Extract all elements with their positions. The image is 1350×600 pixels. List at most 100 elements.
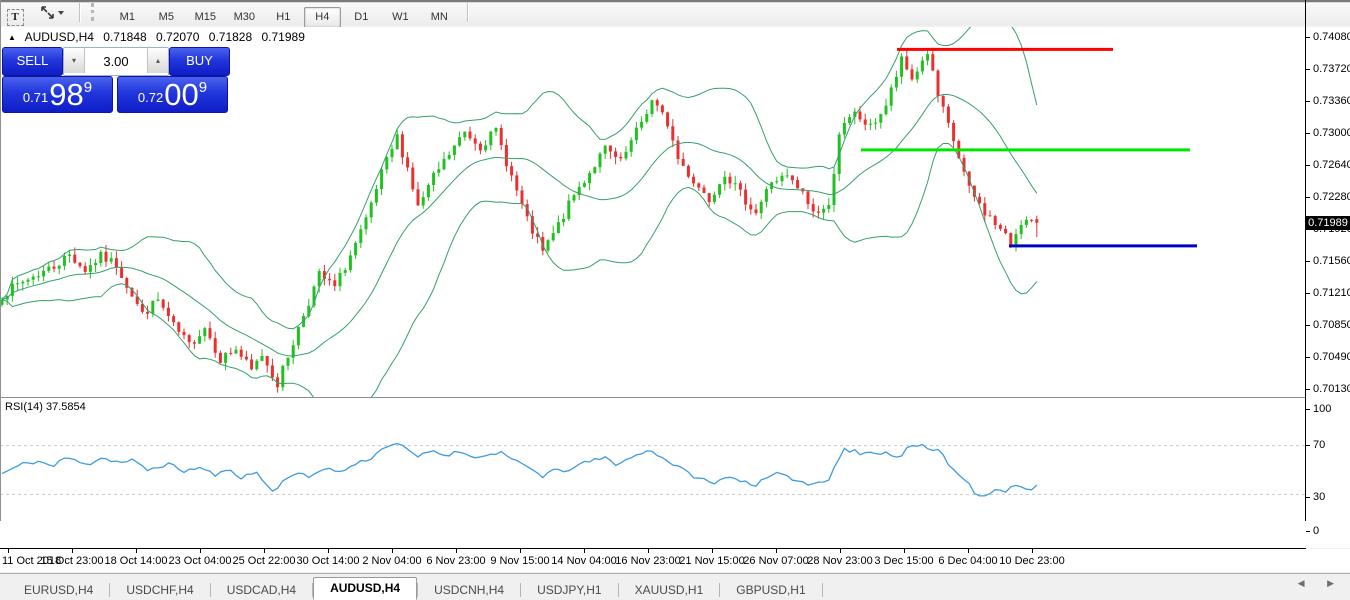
chevron-down-icon [58,11,64,15]
chart-tab-usdcad[interactable]: USDCAD,H4 [211,580,312,600]
price-axis-label: 0.73000 [1313,127,1350,139]
tab-scroll-left-button[interactable]: ◀ [1298,578,1315,589]
rsi-chart[interactable] [0,398,1306,548]
time-axis-tick [456,549,457,553]
time-axis-tick [392,549,393,553]
chart-tab-eurusd[interactable]: EURUSD,H4 [8,580,109,600]
rsi-axis-label: 0 [1313,525,1319,537]
cursor-tool-button[interactable] [34,1,70,24]
chart-tab-audusd[interactable]: AUDUSD,H4 [313,577,417,600]
text-tool-icon: T [7,9,24,26]
collapse-triangle-icon[interactable]: ▲ [8,33,16,42]
chart-tab-gbpusd[interactable]: GBPUSD,H1 [720,580,821,600]
timeframe-button-m15[interactable]: M15 [187,7,224,28]
sell-price-digits: 98 [49,80,83,110]
time-axis-tick [136,549,137,553]
timeframe-button-d1[interactable]: D1 [343,7,380,28]
time-axis-tick [968,549,969,553]
rsi-axis-tick [1306,409,1310,410]
one-click-trade-widget: SELL ▾ ▴ BUY 0.71 98 9 0.72 00 9 [2,47,228,113]
ohlc-high: 0.72070 [156,30,199,44]
timeframe-button-m5[interactable]: M5 [148,7,185,28]
chart-tab-bar: EURUSD,H4USDCHF,H4USDCAD,H4AUDUSD,H4USDC… [0,573,1350,600]
volume-decrease-button[interactable]: ▾ [64,48,85,73]
toolbar-grip[interactable] [91,3,97,21]
buy-button[interactable]: BUY [169,47,230,76]
current-price-badge: 0.71989 [1306,216,1350,230]
time-axis-label: 16 Nov 23:00 [615,555,680,567]
time-axis-label: 9 Nov 15:00 [490,555,549,567]
rsi-axis-tick [1306,497,1310,498]
price-axis-label: 0.71560 [1313,255,1350,267]
buy-price-prefix: 0.72 [138,90,163,105]
volume-stepper: ▾ ▴ [63,47,169,76]
sell-price-panel[interactable]: 0.71 98 9 [2,76,113,113]
buy-price-pip: 9 [199,79,207,96]
time-axis-label: 26 Nov 07:00 [743,555,808,567]
time-axis-tick [8,549,9,553]
time-axis-tick [584,549,585,553]
chart-tab-usdchf[interactable]: USDCHF,H4 [110,580,209,600]
time-axis-label: 14 Nov 04:00 [551,555,616,567]
chart-tab-usdcnh[interactable]: USDCNH,H4 [418,580,520,600]
price-axis[interactable]: 0.740800.737200.733600.730000.726400.722… [1306,27,1350,548]
price-axis-tick [1306,165,1310,166]
time-axis-label: 15 Oct 23:00 [41,555,104,567]
buy-price-digits: 00 [164,80,198,110]
timeframe-button-m30[interactable]: M30 [226,7,263,28]
time-axis-tick [328,549,329,553]
time-axis-tick [1032,549,1033,553]
timeframe-button-m1[interactable]: M1 [109,7,146,28]
time-axis-tick [200,549,201,553]
buy-price-panel[interactable]: 0.72 00 9 [117,76,228,113]
price-axis-tick [1306,37,1310,38]
time-axis-label: 28 Nov 23:00 [807,555,872,567]
rsi-axis-tick [1306,445,1310,446]
time-axis-tick [648,549,649,553]
chart-tab-usdjpy[interactable]: USDJPY,H1 [521,580,617,600]
time-axis-label: 30 Oct 14:00 [297,555,360,567]
tab-scroll-arrows: ◀ ▶ [1298,578,1344,589]
time-axis-label: 25 Oct 22:00 [233,555,296,567]
price-axis-label: 0.73360 [1313,95,1350,107]
price-axis-tick [1306,101,1310,102]
ohlc-low: 0.71828 [209,30,252,44]
time-axis-label: 6 Nov 23:00 [426,555,485,567]
time-axis-label: 6 Dec 04:00 [938,555,997,567]
tab-scroll-right-button[interactable]: ▶ [1327,578,1344,589]
price-axis-tick [1306,197,1310,198]
chart-tab-xauusd[interactable]: XAUUSD,H1 [619,580,720,600]
volume-input[interactable] [85,48,147,75]
timeframe-group: M1M5M15M30H1H4D1W1MN [108,7,459,24]
chart-left-border [0,0,1,521]
time-axis-label: 23 Oct 04:00 [169,555,232,567]
time-axis-label: 18 Oct 14:00 [105,555,168,567]
ohlc-close: 0.71989 [262,30,305,44]
time-axis-tick [264,549,265,553]
top-toolbar: T M1M5M15M30H1H4D1W1MN [0,0,1350,25]
text-tool-button[interactable]: T [2,6,28,29]
volume-increase-button[interactable]: ▴ [147,48,168,73]
time-axis-label: 10 Dec 23:00 [999,555,1064,567]
price-axis-tick [1306,261,1310,262]
ohlc-open: 0.71848 [103,30,146,44]
time-axis-label: 2 Nov 04:00 [362,555,421,567]
timeframe-button-h1[interactable]: H1 [265,7,302,28]
timeframe-button-w1[interactable]: W1 [382,7,419,28]
time-axis-tick [520,549,521,553]
rsi-axis-label: 30 [1313,491,1325,503]
rsi-pane[interactable] [0,398,1306,548]
price-axis-tick [1306,133,1310,134]
rsi-axis-label: 100 [1313,403,1331,415]
time-axis-tick [904,549,905,553]
time-axis-tick [776,549,777,553]
symbol-label: AUDUSD,H4 [25,30,94,44]
timeframe-button-h4[interactable]: H4 [304,7,341,28]
price-axis-tick [1306,325,1310,326]
price-axis-label: 0.71210 [1313,287,1350,299]
sell-button[interactable]: SELL [2,47,63,76]
price-axis-label: 0.72640 [1313,159,1350,171]
timeframe-button-mn[interactable]: MN [421,7,458,28]
time-axis[interactable]: 11 Oct 201815 Oct 23:0018 Oct 14:0023 Oc… [0,549,1350,572]
price-axis-label: 0.70490 [1313,351,1350,363]
